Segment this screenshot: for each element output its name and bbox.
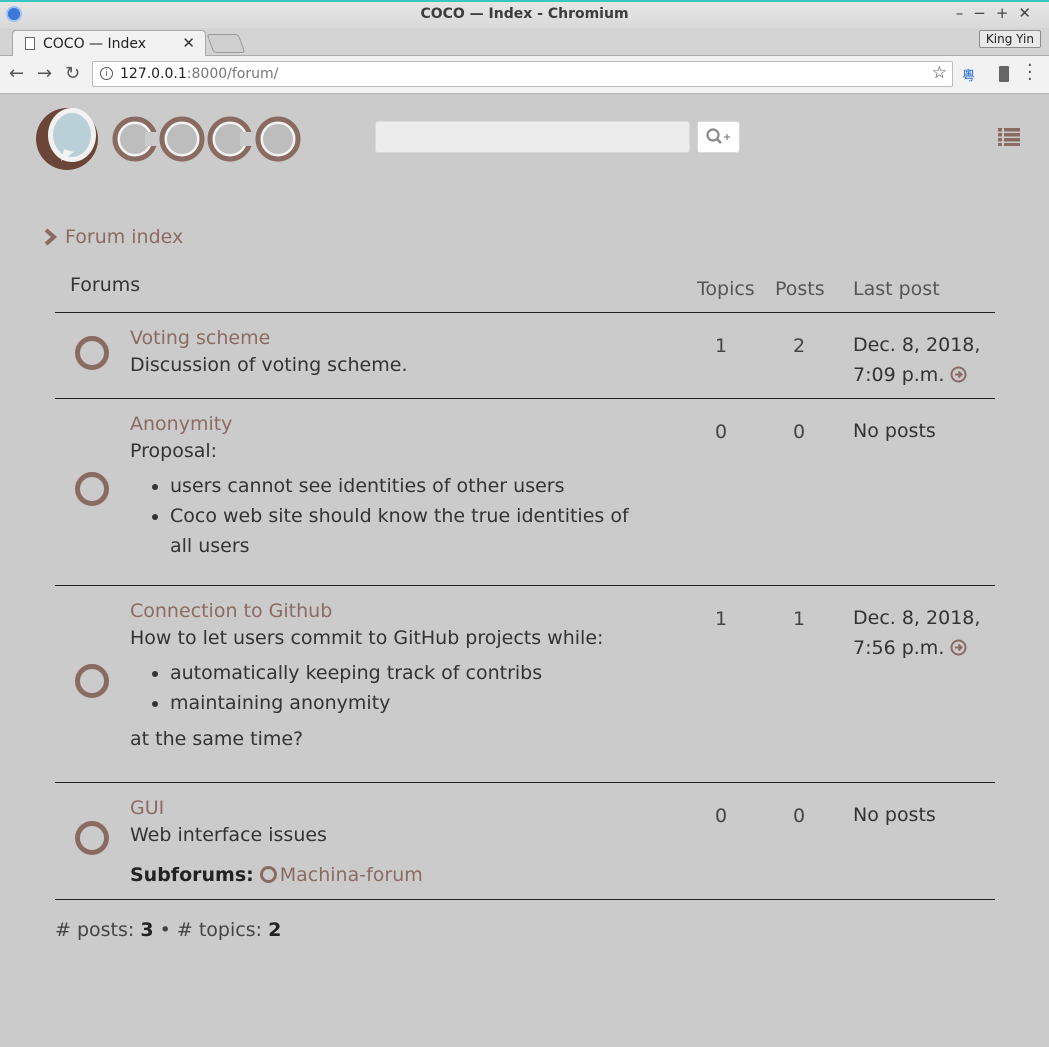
window-titlebar: COCO — Index - Chromium –−+✕ — [0, 0, 1049, 28]
list-item: Coco web site should know the true ident… — [170, 501, 650, 561]
table-row: GUI Web interface issues Subforums: Machi… — [55, 783, 995, 900]
list-item: users cannot see identities of other use… — [170, 471, 650, 501]
tab-strip: COCO — Index ✕ King Yin — [0, 28, 1049, 57]
window-title: COCO — Index - Chromium — [420, 6, 629, 22]
last-post-date: Dec. 8, 2018, — [853, 334, 981, 356]
reload-icon[interactable]: ↻ — [65, 63, 80, 84]
post-count: 0 — [792, 421, 806, 443]
table-header: Forums Topics Posts Last post — [55, 267, 995, 313]
close-tab-icon[interactable]: ✕ — [182, 34, 195, 52]
subforum-icon — [259, 866, 277, 883]
total-topics: 2 — [268, 919, 282, 941]
table-row: Voting scheme Discussion of voting schem… — [55, 313, 995, 399]
forum-status-icon — [75, 472, 109, 506]
coconut-logo-icon[interactable] — [34, 105, 100, 171]
forum-status-icon — [75, 821, 109, 855]
forum-table: Forums Topics Posts Last post Voting sch… — [55, 267, 995, 900]
last-post-time: 7:56 p.m. — [853, 637, 945, 659]
list-menu-icon[interactable] — [998, 128, 1020, 146]
forum-description: Web interface issues — [130, 824, 327, 846]
chevron-right-icon — [44, 228, 58, 246]
goto-post-icon[interactable] — [950, 639, 967, 656]
url-text[interactable]: 127.0.0.1:8000/forum/ — [120, 66, 278, 82]
new-tab-button[interactable] — [206, 34, 246, 53]
browser-toolbar: ← → ↻ i 127.0.0.1:8000/forum/ ☆ 粵 · · · — [0, 56, 1049, 94]
last-post-time: 7:09 p.m. — [853, 364, 945, 386]
topic-count: 1 — [714, 335, 728, 357]
col-forums: Forums — [70, 274, 141, 296]
tab-coco-index[interactable]: COCO — Index ✕ — [12, 30, 206, 57]
last-post-date: Dec. 8, 2018, — [853, 607, 981, 629]
profile-button[interactable]: King Yin — [978, 30, 1041, 48]
extension-icon[interactable] — [999, 66, 1009, 82]
address-bar[interactable]: i 127.0.0.1:8000/forum/ ☆ — [92, 61, 953, 87]
table-row: Connection to Github How to let users co… — [55, 586, 995, 783]
col-topics: Topics — [697, 278, 755, 300]
forum-description: How to let users commit to GitHub projec… — [130, 623, 650, 754]
tab-title: COCO — Index — [43, 36, 147, 52]
bookmark-star-icon[interactable]: ☆ — [932, 63, 947, 83]
forum-link-voting-scheme[interactable]: Voting scheme — [130, 326, 270, 350]
goto-post-icon[interactable] — [950, 366, 967, 383]
forum-status-icon — [75, 336, 109, 370]
table-row: Anonymity Proposal: users cannot see ide… — [55, 399, 995, 586]
last-post: Dec. 8, 2018, 7:56 p.m. — [853, 603, 993, 663]
browser-menu-icon[interactable]: · · · — [1027, 57, 1033, 89]
breadcrumb: Forum index — [44, 226, 183, 248]
last-post: Dec. 8, 2018, 7:09 p.m. — [853, 330, 993, 390]
subforums: Subforums: Machina-forum — [130, 864, 423, 886]
forum-link-gui[interactable]: GUI — [130, 796, 164, 820]
forum-status-icon — [75, 664, 109, 698]
search-plus-icon — [705, 128, 730, 144]
list-item: maintaining anonymity — [170, 688, 650, 718]
extension-cantonese-icon[interactable]: 粵 — [962, 65, 975, 84]
last-post: No posts — [853, 804, 936, 826]
subforum-link-machina-forum[interactable]: Machina-forum — [280, 864, 423, 886]
topic-count: 0 — [714, 421, 728, 443]
search-button[interactable] — [697, 121, 740, 153]
total-posts: 3 — [140, 919, 154, 941]
page-icon — [25, 37, 35, 50]
info-icon[interactable]: i — [100, 67, 113, 80]
list-item: automatically keeping track of contribs — [170, 658, 650, 688]
window-controls[interactable]: –−+✕ — [956, 4, 1041, 22]
col-posts: Posts — [775, 278, 825, 300]
forum-link-connection-to-github[interactable]: Connection to Github — [130, 599, 332, 623]
back-arrow-icon[interactable]: ← — [9, 63, 24, 84]
topic-count: 0 — [714, 805, 728, 827]
post-count: 1 — [792, 608, 806, 630]
search-input[interactable] — [375, 121, 690, 153]
forum-description: Proposal: users cannot see identities of… — [130, 436, 650, 561]
col-last-post: Last post — [853, 278, 940, 300]
last-post: No posts — [853, 420, 936, 442]
forum-description: Discussion of voting scheme. — [130, 354, 408, 376]
forum-link-anonymity[interactable]: Anonymity — [130, 412, 232, 436]
page-content: Forum index Forums Topics Posts Last pos… — [0, 95, 1049, 1047]
post-count: 0 — [792, 805, 806, 827]
forum-stats: # posts: 3 • # topics: 2 — [55, 919, 282, 941]
coco-wordmark-logo — [112, 116, 301, 162]
breadcrumb-forum-index-link[interactable]: Forum index — [65, 226, 183, 248]
topic-count: 1 — [714, 608, 728, 630]
post-count: 2 — [792, 335, 806, 357]
forward-arrow-icon[interactable]: → — [37, 63, 52, 84]
